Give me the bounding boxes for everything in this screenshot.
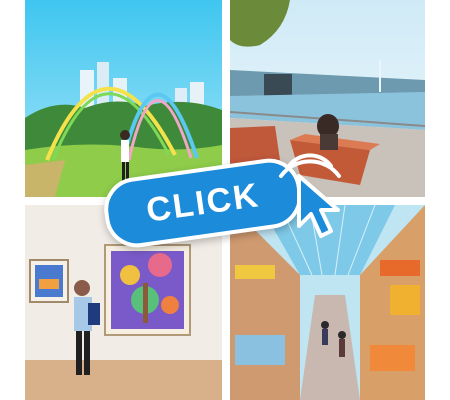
click-button-label: CLICK xyxy=(143,175,262,230)
click-cta-group[interactable]: CLICK xyxy=(100,148,354,258)
mouse-cursor-icon xyxy=(259,148,369,258)
